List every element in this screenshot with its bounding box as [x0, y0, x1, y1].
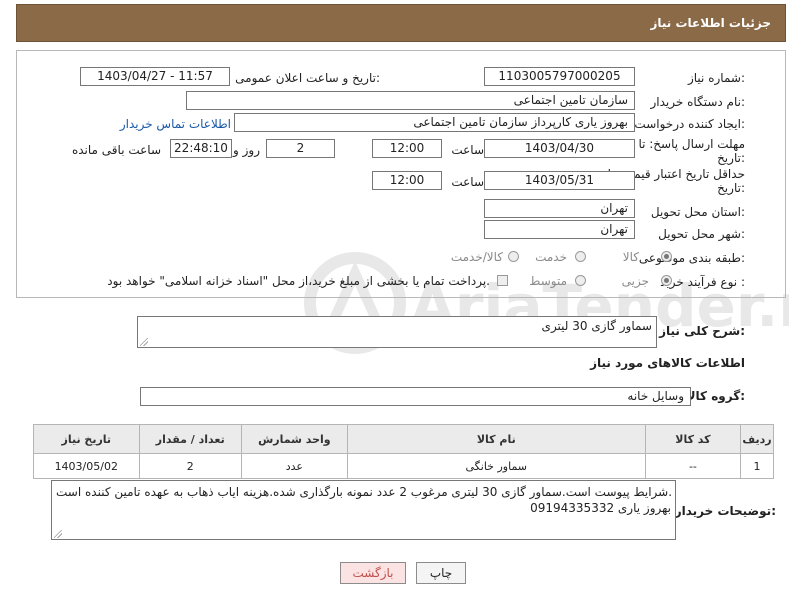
purchase-medium-radio[interactable] — [575, 275, 586, 286]
days-label: روز و — [233, 143, 260, 157]
back-button[interactable]: بازگشت — [340, 562, 406, 584]
treasury-checkbox[interactable] — [497, 275, 508, 286]
validity-time-field: 12:00 — [372, 171, 442, 190]
category-label: طبقه بندی موضوعی: — [638, 251, 745, 265]
col-row: ردیف — [740, 424, 774, 454]
category-service-label: خدمت — [535, 250, 567, 264]
goods-table-header: ردیف کد کالا نام کالا واحد شمارش تعداد /… — [33, 424, 774, 454]
purchase-minor-label: جزیی — [621, 274, 649, 288]
goods-quantity: 2 — [138, 453, 242, 479]
goods-name: سماور خانگی — [346, 453, 646, 479]
resize-grip-icon[interactable] — [140, 338, 148, 346]
buyer-org-label: نام دستگاه خریدار: — [650, 95, 746, 109]
reply-deadline-label-date: تاریخ: — [717, 151, 745, 165]
purchase-medium-label: متوسط — [529, 274, 567, 288]
goods-need-date: 1403/05/02 — [33, 453, 140, 479]
validity-time-label: ساعت — [451, 175, 484, 189]
treasury-note: پرداخت تمام یا بخشی از مبلغ خرید،از محل … — [107, 274, 490, 288]
buyer-notes-label: توضیحات خریدار: — [674, 504, 776, 518]
announce-date-field: 1403/04/27 - 11:57 — [80, 67, 230, 86]
description-label: شرح کلی نیاز: — [659, 324, 745, 338]
province-field: تهران — [484, 199, 635, 218]
reply-time-field: 12:00 — [372, 139, 442, 158]
col-code: کد کالا — [644, 424, 742, 454]
validity-date-field: 1403/05/31 — [484, 171, 635, 190]
reply-date-field: 1403/04/30 — [484, 139, 635, 158]
goods-info-title: اطلاعات کالاهای مورد نیاز — [590, 356, 745, 370]
remaining-time-label: ساعت باقی مانده — [71, 143, 161, 157]
col-name: نام کالا — [346, 424, 646, 454]
price-validity-label-date: تاریخ: — [717, 181, 745, 195]
city-label: شهر محل تحویل: — [658, 227, 745, 241]
col-need-date: تاریخ نیاز — [33, 424, 140, 454]
buyer-notes-line-2: 09194335332 بهروز یاری — [530, 501, 671, 515]
need-number-label: شماره نیاز: — [687, 71, 745, 85]
category-service-radio[interactable] — [575, 251, 586, 262]
category-goods-label: کالا — [622, 250, 639, 264]
buyer-contact-link[interactable]: اطلاعات تماس خریدار — [120, 117, 231, 131]
category-goods-service-label: کالا/خدمت — [450, 250, 503, 264]
description-text: سماور گازی 30 لیتری — [541, 319, 652, 333]
col-quantity: تعداد / مقدار — [138, 424, 242, 454]
print-button[interactable]: چاپ — [416, 562, 466, 584]
buyer-org-field: سازمان تامین اجتماعی — [186, 91, 635, 110]
page-header: جزئیات اطلاعات نیاز — [16, 4, 786, 42]
page-title: جزئیات اطلاعات نیاز — [650, 16, 771, 30]
description-textarea[interactable]: سماور گازی 30 لیتری — [137, 316, 657, 348]
city-field: تهران — [484, 220, 635, 239]
buyer-notes-line-1: شرایط پیوست است.سماور گازی 30 لیتری مرغو… — [56, 485, 673, 499]
need-number-field: 1103005797000205 — [484, 67, 635, 86]
category-goods-radio[interactable] — [661, 251, 672, 262]
creator-label: ایجاد کننده درخواست: — [634, 117, 745, 131]
category-goods-service-radio[interactable] — [508, 251, 519, 262]
table-row: 1 -- سماور خانگی عدد 2 1403/05/02 — [33, 453, 774, 479]
purchase-type-label: نوع فرآیند خرید : — [660, 275, 745, 289]
buyer-notes-textarea[interactable]: شرایط پیوست است.سماور گازی 30 لیتری مرغو… — [51, 480, 676, 540]
creator-field: بهروز یاری کارپرداز سازمان تامین اجتماعی — [234, 113, 635, 132]
province-label: استان محل تحویل: — [650, 205, 745, 219]
reply-deadline-label: مهلت ارسال پاسخ: تا — [638, 137, 745, 151]
resize-grip-icon[interactable] — [54, 530, 62, 538]
goods-code: -- — [644, 453, 742, 479]
reply-time-label: ساعت — [451, 143, 484, 157]
goods-group-field: وسایل خانه — [140, 387, 691, 406]
col-unit: واحد شمارش — [240, 424, 348, 454]
goods-group-label: گروه کالا: — [686, 389, 745, 403]
goods-table: ردیف کد کالا نام کالا واحد شمارش تعداد /… — [33, 424, 774, 479]
remaining-time-field: 22:48:10 — [170, 139, 232, 158]
announce-date-label: تاریخ و ساعت اعلان عمومی: — [235, 71, 380, 85]
days-remaining-field: 2 — [266, 139, 335, 158]
row-number: 1 — [740, 453, 774, 479]
goods-unit: عدد — [240, 453, 348, 479]
purchase-minor-radio[interactable] — [661, 275, 672, 286]
